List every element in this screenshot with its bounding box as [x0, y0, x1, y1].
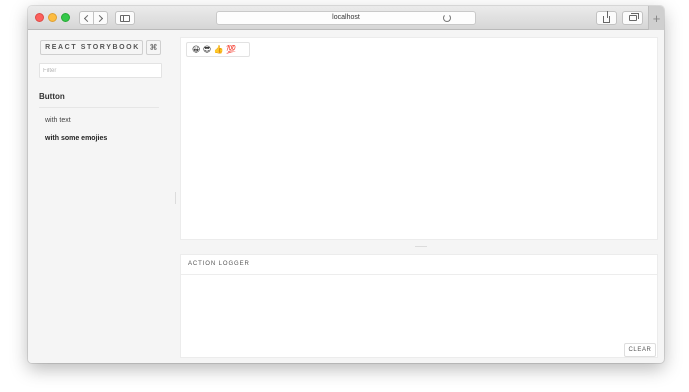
address-bar[interactable]: localhost: [216, 11, 476, 25]
tabs-icon: [628, 13, 639, 21]
sidebar-toggle-button[interactable]: [115, 11, 135, 25]
storybook-brand-button[interactable]: REACT STORYBOOK: [40, 40, 143, 55]
action-logger-panel: ACTION LOGGER CLEAR: [180, 254, 658, 358]
storybook-sidebar: REACT STORYBOOK ⌘ Button with text with …: [28, 31, 168, 363]
panel-resize-handle[interactable]: [415, 246, 427, 247]
back-button[interactable]: [79, 11, 94, 25]
new-tab-button[interactable]: +: [648, 6, 664, 30]
divider: [39, 107, 159, 108]
emoji-button[interactable]: 😀 😎 👍 💯: [186, 42, 250, 57]
close-window-button[interactable]: [35, 13, 44, 22]
reload-icon[interactable]: [443, 14, 451, 22]
divider: [181, 274, 657, 275]
story-item-with-some-emojies[interactable]: with some emojies: [45, 135, 107, 142]
story-item-with-text[interactable]: with text: [45, 117, 71, 124]
chevron-right-icon: [95, 14, 104, 22]
share-icon: [603, 11, 610, 23]
titlebar: localhost +: [28, 6, 664, 30]
maximize-window-button[interactable]: [61, 13, 70, 22]
filter-input[interactable]: [39, 63, 162, 78]
story-preview: 😀 😎 👍 💯: [180, 37, 658, 240]
minimize-window-button[interactable]: [48, 13, 57, 22]
forward-button[interactable]: [93, 11, 108, 25]
sidebar-icon: [120, 14, 130, 22]
share-button[interactable]: [596, 11, 617, 25]
sidebar-resize-handle[interactable]: [175, 192, 176, 204]
tab-overview-button[interactable]: [622, 11, 643, 25]
address-text: localhost: [332, 14, 360, 21]
chevron-left-icon: [83, 14, 92, 22]
shortcuts-button[interactable]: ⌘: [146, 40, 161, 55]
browser-window: localhost + REACT STORYBOOK ⌘ Button wit…: [28, 6, 664, 363]
action-logger-title: ACTION LOGGER: [188, 261, 250, 267]
story-kind-title[interactable]: Button: [39, 92, 65, 101]
clear-button[interactable]: CLEAR: [624, 343, 656, 357]
